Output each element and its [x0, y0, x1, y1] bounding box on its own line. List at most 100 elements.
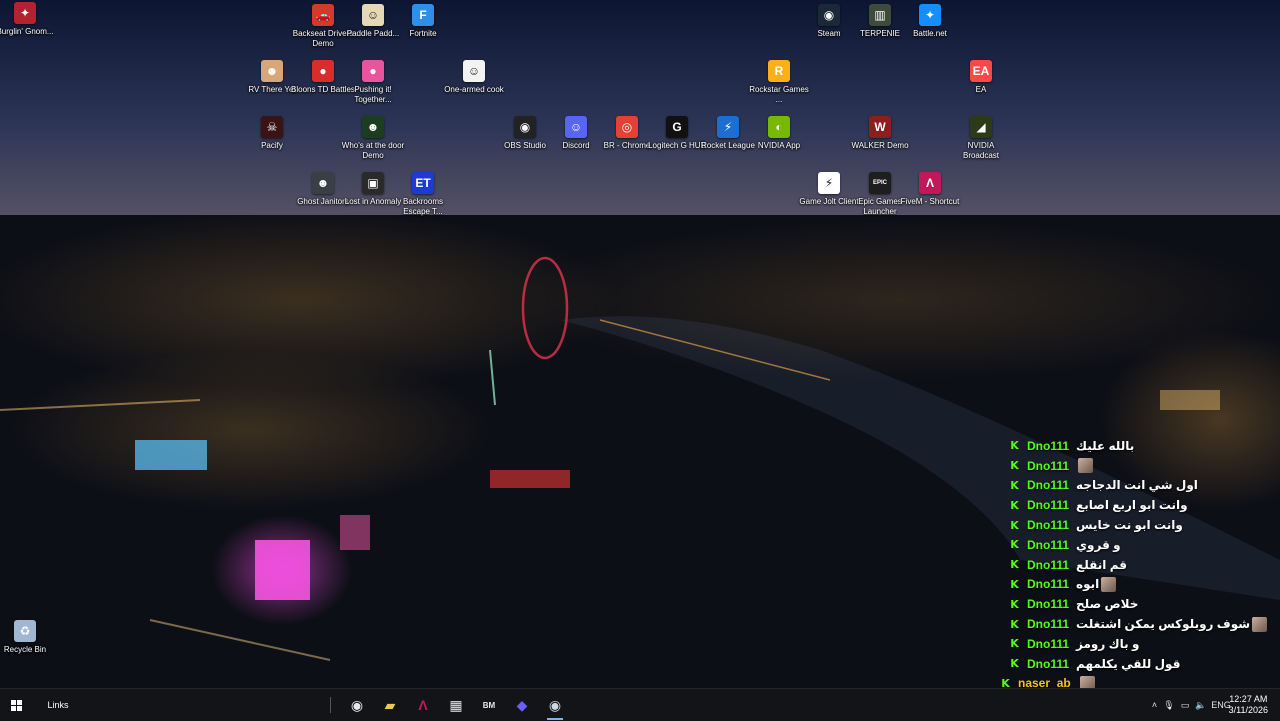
chat-username[interactable]: Dno111: [1027, 439, 1069, 453]
rockstar-games-icon: R: [768, 60, 790, 82]
desktop-shortcut-label: Rockstar Games ...: [749, 85, 809, 104]
app-bm-taskbar-icon: BM: [482, 700, 496, 710]
desktop-shortcut-label: Who's at the door Demo: [341, 141, 405, 160]
volume-icon[interactable]: 🔈: [1193, 700, 1209, 711]
kick-badge-icon: K: [1010, 439, 1019, 453]
desktop-shortcut-walker-demo[interactable]: W WALKER Demo: [848, 116, 912, 151]
kick-badge-icon: K: [1010, 637, 1019, 651]
chat-username[interactable]: Dno111: [1027, 577, 1069, 591]
start-button[interactable]: [0, 689, 32, 721]
desktop-shortcut-burglin-gnomes[interactable]: ✦ Burglin' Gnom...: [0, 2, 57, 37]
obs-studio-icon: ◉: [514, 116, 536, 138]
epic-games-icon: EPIC: [869, 172, 891, 194]
chat-message: K Dno111 بالله عليك: [1010, 436, 1270, 456]
desktop-shortcut-fortnite[interactable]: F Fortnite: [391, 4, 455, 39]
chat-message: K Dno111 اول شي انت الدجاجه: [1010, 476, 1270, 496]
walker-demo-icon: W: [869, 116, 891, 138]
desktop-shortcut-label: NVIDIA Broadcast: [962, 141, 1000, 160]
chat-username[interactable]: Dno111: [1027, 459, 1069, 473]
clock-time: 12:27 AM: [1229, 694, 1268, 704]
chat-message: K Dno111 وانت ابو اربع اصابع: [1010, 495, 1270, 515]
toolbar-divider: [330, 697, 331, 713]
obs-taskbar-button[interactable]: ◉: [343, 689, 371, 721]
kick-badge-icon: K: [1010, 518, 1019, 532]
kick-badge-icon: K: [1010, 577, 1019, 591]
desktop-shortcut-label: WALKER Demo: [851, 141, 909, 150]
desktop-shortcut-battle-net[interactable]: ✦ Battle.net: [898, 4, 962, 39]
bloons-td-battles-icon: ●: [312, 60, 334, 82]
chat-message-text: اول شي انت الدجاجه: [1076, 478, 1198, 493]
desktop-shortcut-label: Fortnite: [409, 29, 437, 38]
desktop-shortcut-one-armed-cook[interactable]: ☺ One-armed cook: [442, 60, 506, 95]
fivem-taskbar-button[interactable]: Λ: [409, 689, 437, 721]
desktop-shortcut-recycle-bin[interactable]: ♻ Recycle Bin: [0, 620, 57, 655]
chat-username[interactable]: Dno111: [1027, 637, 1069, 651]
desktop-shortcut-label: NVIDIA App: [757, 141, 801, 150]
steam-icon: ◉: [818, 4, 840, 26]
taskbar: Links ◉ ▰ Λ ▦ BM ◆ ◉ ˄ 🎙 ▭ 🔈 ENG 12:27 AM 3/11…: [0, 688, 1280, 721]
obs-taskbar-icon: ◉: [350, 696, 364, 713]
backseat-drivers-icon: 🚗: [312, 4, 334, 26]
fivem-taskbar-icon: Λ: [418, 697, 428, 713]
desktop-shortcut-pushing-it-together[interactable]: ● Pushing it! Together...: [341, 60, 405, 105]
desktop-shortcut-nvidia-app[interactable]: ◐ NVIDIA App: [747, 116, 811, 151]
chat-message: K Dno111 قم انقلع: [1010, 555, 1270, 575]
windows-logo-icon: [10, 699, 22, 711]
desktop-shortcut-label: Burglin' Gnom...: [0, 27, 54, 36]
chat-username[interactable]: Dno111: [1027, 617, 1069, 631]
chat-message: K Dno111 و قروي: [1010, 535, 1270, 555]
lost-in-anomaly-icon: ▣: [362, 172, 384, 194]
app-bm-taskbar-button[interactable]: BM: [475, 689, 503, 721]
desktop-shortcut-whos-at-the-door[interactable]: ☻ Who's at the door Demo: [341, 116, 405, 161]
whos-at-the-door-icon: ☻: [362, 116, 384, 138]
chat-message-text: خلاص صلح: [1076, 597, 1139, 612]
taskbar-clock[interactable]: 12:27 AM 3/11/2026: [1229, 694, 1268, 716]
network-icon[interactable]: ▭: [1177, 700, 1193, 711]
chat-username[interactable]: Dno111: [1027, 657, 1069, 671]
chat-message: K Dno111 قول للقي يكلمهم: [1010, 654, 1270, 674]
desktop-shortcut-nvidia-broadcast[interactable]: ◢ NVIDIA Broadcast: [949, 116, 1013, 161]
steam-taskbar-icon: ◉: [548, 696, 562, 713]
chat-message: K Dno111 ابوه: [1010, 575, 1270, 595]
chat-message-text: بالله عليك: [1076, 438, 1135, 453]
kick-badge-icon: K: [1010, 558, 1019, 572]
kick-badge-icon: K: [1010, 617, 1019, 631]
desktop-shortcut-ea[interactable]: EA EA: [949, 60, 1013, 95]
desktop-shortcut-backrooms-escape[interactable]: ET Backrooms Escape T...: [391, 172, 455, 217]
chat-emote-icon: [1252, 616, 1268, 632]
stream-chat-overlay: K Dno111 بالله عليك K Dno111 K Dno111 اول شي ان…: [1001, 436, 1270, 713]
linear-taskbar-button[interactable]: ◆: [508, 689, 536, 721]
steam-taskbar-button[interactable]: ◉: [541, 689, 569, 721]
one-armed-cook-icon: ☺: [463, 60, 485, 82]
desktop-shortcut-rockstar-games[interactable]: R Rockstar Games ...: [747, 60, 811, 105]
desktop-shortcut-label: Battle.net: [913, 29, 947, 38]
chat-message-text: قول للقي يكلمهم: [1076, 656, 1181, 671]
chat-username[interactable]: Dno111: [1027, 498, 1069, 512]
chat-username[interactable]: Dno111: [1027, 558, 1069, 572]
desktop-shortcut-label: Pushing it! Together...: [354, 85, 392, 104]
terpenie-icon: ▥: [869, 4, 891, 26]
chat-username[interactable]: Dno111: [1027, 478, 1069, 492]
show-hidden-icons-chevron-icon[interactable]: ˄: [1148, 700, 1161, 710]
logitech-g-hub-icon: G: [666, 116, 688, 138]
ghost-janitors-icon: ☻: [312, 172, 334, 194]
file-explorer-taskbar-button[interactable]: ▰: [376, 689, 404, 721]
rv-there-yet-icon: ☻: [261, 60, 283, 82]
chat-username[interactable]: Dno111: [1027, 597, 1069, 611]
chat-username[interactable]: Dno111: [1027, 538, 1069, 552]
links-toolbar[interactable]: Links: [38, 689, 78, 721]
store-taskbar-button[interactable]: ▦: [442, 689, 470, 721]
chat-emote-icon: [1078, 458, 1094, 474]
chat-message-text: و قروي: [1076, 537, 1121, 552]
desktop-shortcut-pacify[interactable]: ☠ Pacify: [240, 116, 304, 151]
paddle-paddle-icon: ☺: [362, 4, 384, 26]
store-taskbar-icon: ▦: [449, 696, 463, 713]
file-explorer-taskbar-icon: ▰: [384, 696, 396, 713]
chat-username[interactable]: Dno111: [1027, 518, 1069, 532]
desktop-shortcut-label: Backrooms Escape T...: [402, 197, 443, 216]
battle-net-icon: ✦: [919, 4, 941, 26]
desktop-shortcut-fivem[interactable]: Λ FiveM - Shortcut: [898, 172, 962, 207]
linear-taskbar-icon: ◆: [516, 696, 528, 713]
microphone-icon[interactable]: 🎙: [1161, 700, 1177, 711]
chat-message: K Dno111: [1010, 456, 1270, 476]
